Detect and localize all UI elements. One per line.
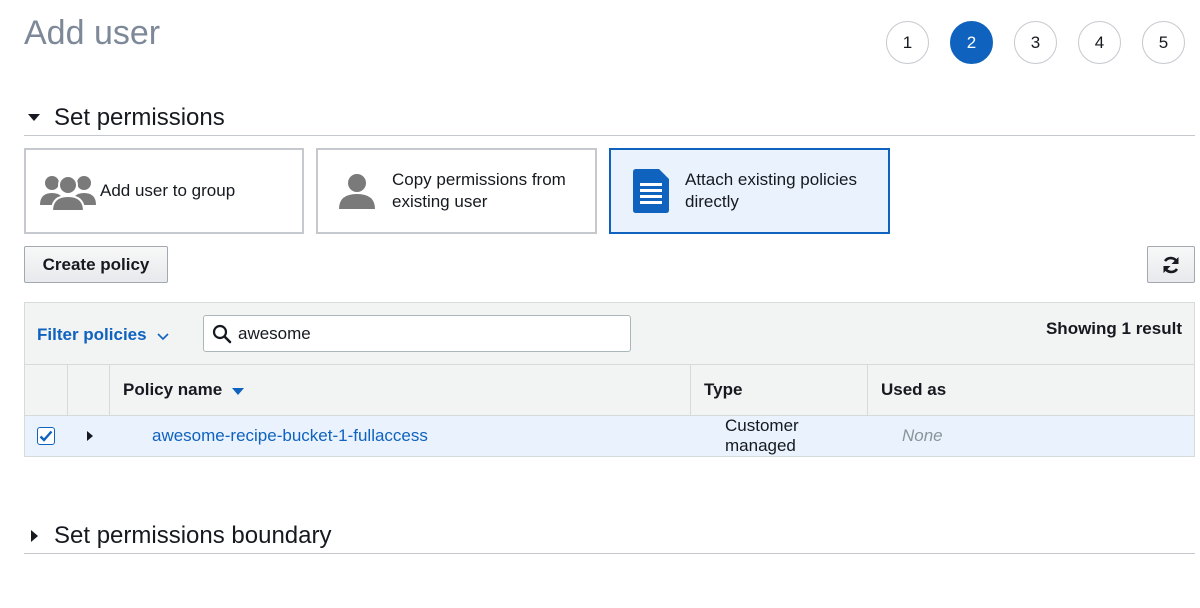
add-user-to-group-label: Add user to group xyxy=(100,181,236,200)
policies-table: Filter policies Showing 1 result Policy … xyxy=(24,302,1195,457)
chevron-down-icon xyxy=(157,326,169,346)
user-icon xyxy=(338,172,376,210)
table-header: Policy name Type Used as xyxy=(25,365,1194,416)
step-1[interactable]: 1 xyxy=(886,21,929,64)
add-user-to-group-option[interactable]: Add user to group xyxy=(24,148,304,234)
user-group-icon xyxy=(40,171,96,211)
table-row[interactable]: awesome-recipe-bucket-1-fullaccess Custo… xyxy=(25,416,1194,456)
refresh-button[interactable] xyxy=(1147,246,1195,283)
filter-bar: Filter policies Showing 1 result xyxy=(25,303,1194,365)
policy-name-link[interactable]: awesome-recipe-bucket-1-fullaccess xyxy=(152,426,428,446)
policy-used-as-cell: None xyxy=(902,426,943,445)
create-policy-button[interactable]: Create policy xyxy=(24,246,168,283)
row-select-cell xyxy=(25,427,68,445)
row-expand-cell xyxy=(68,431,110,441)
policy-name-cell: awesome-recipe-bucket-1-fullaccess xyxy=(110,426,691,446)
step-4[interactable]: 4 xyxy=(1078,21,1121,64)
set-permissions-title: Set permissions xyxy=(54,103,225,131)
set-permissions-boundary-header[interactable]: Set permissions boundary xyxy=(24,518,1195,554)
copy-permissions-option[interactable]: Copy permissions from existing user xyxy=(316,148,597,234)
wizard-steps: 1 2 3 4 5 xyxy=(886,21,1185,64)
type-column-header[interactable]: Type xyxy=(691,365,868,415)
copy-permissions-label: Copy permissions from existing user xyxy=(392,170,566,211)
caret-down-icon xyxy=(28,114,40,121)
result-count: Showing 1 result xyxy=(1045,319,1182,338)
policy-name-column-header[interactable]: Policy name xyxy=(110,365,691,415)
search-icon xyxy=(212,324,232,344)
attach-policies-label: Attach existing policies directly xyxy=(685,170,857,211)
expand-row-icon[interactable] xyxy=(87,431,93,441)
select-column-header xyxy=(25,365,68,415)
set-permissions-header[interactable]: Set permissions xyxy=(24,100,1195,136)
attach-policies-option[interactable]: Attach existing policies directly xyxy=(609,148,890,234)
search-box xyxy=(203,315,631,352)
caret-right-icon xyxy=(31,529,38,542)
step-2[interactable]: 2 xyxy=(950,21,993,64)
set-permissions-boundary-title: Set permissions boundary xyxy=(54,521,332,549)
document-icon xyxy=(633,169,669,213)
used-as-column-header[interactable]: Used as xyxy=(868,365,1194,415)
step-5[interactable]: 5 xyxy=(1142,21,1185,64)
refresh-icon xyxy=(1161,255,1181,275)
filter-policies-label: Filter policies xyxy=(37,325,147,344)
step-3[interactable]: 3 xyxy=(1014,21,1057,64)
search-input[interactable] xyxy=(236,322,616,345)
policy-name-header-label: Policy name xyxy=(123,380,223,399)
expand-column-header xyxy=(68,365,110,415)
row-checkbox[interactable] xyxy=(37,427,55,445)
sort-desc-icon xyxy=(232,388,245,395)
page-title: Add user xyxy=(24,14,161,52)
filter-policies-dropdown[interactable]: Filter policies xyxy=(37,324,169,346)
policy-type-cell: Customer managed xyxy=(725,416,799,455)
checkmark-icon xyxy=(39,430,53,442)
